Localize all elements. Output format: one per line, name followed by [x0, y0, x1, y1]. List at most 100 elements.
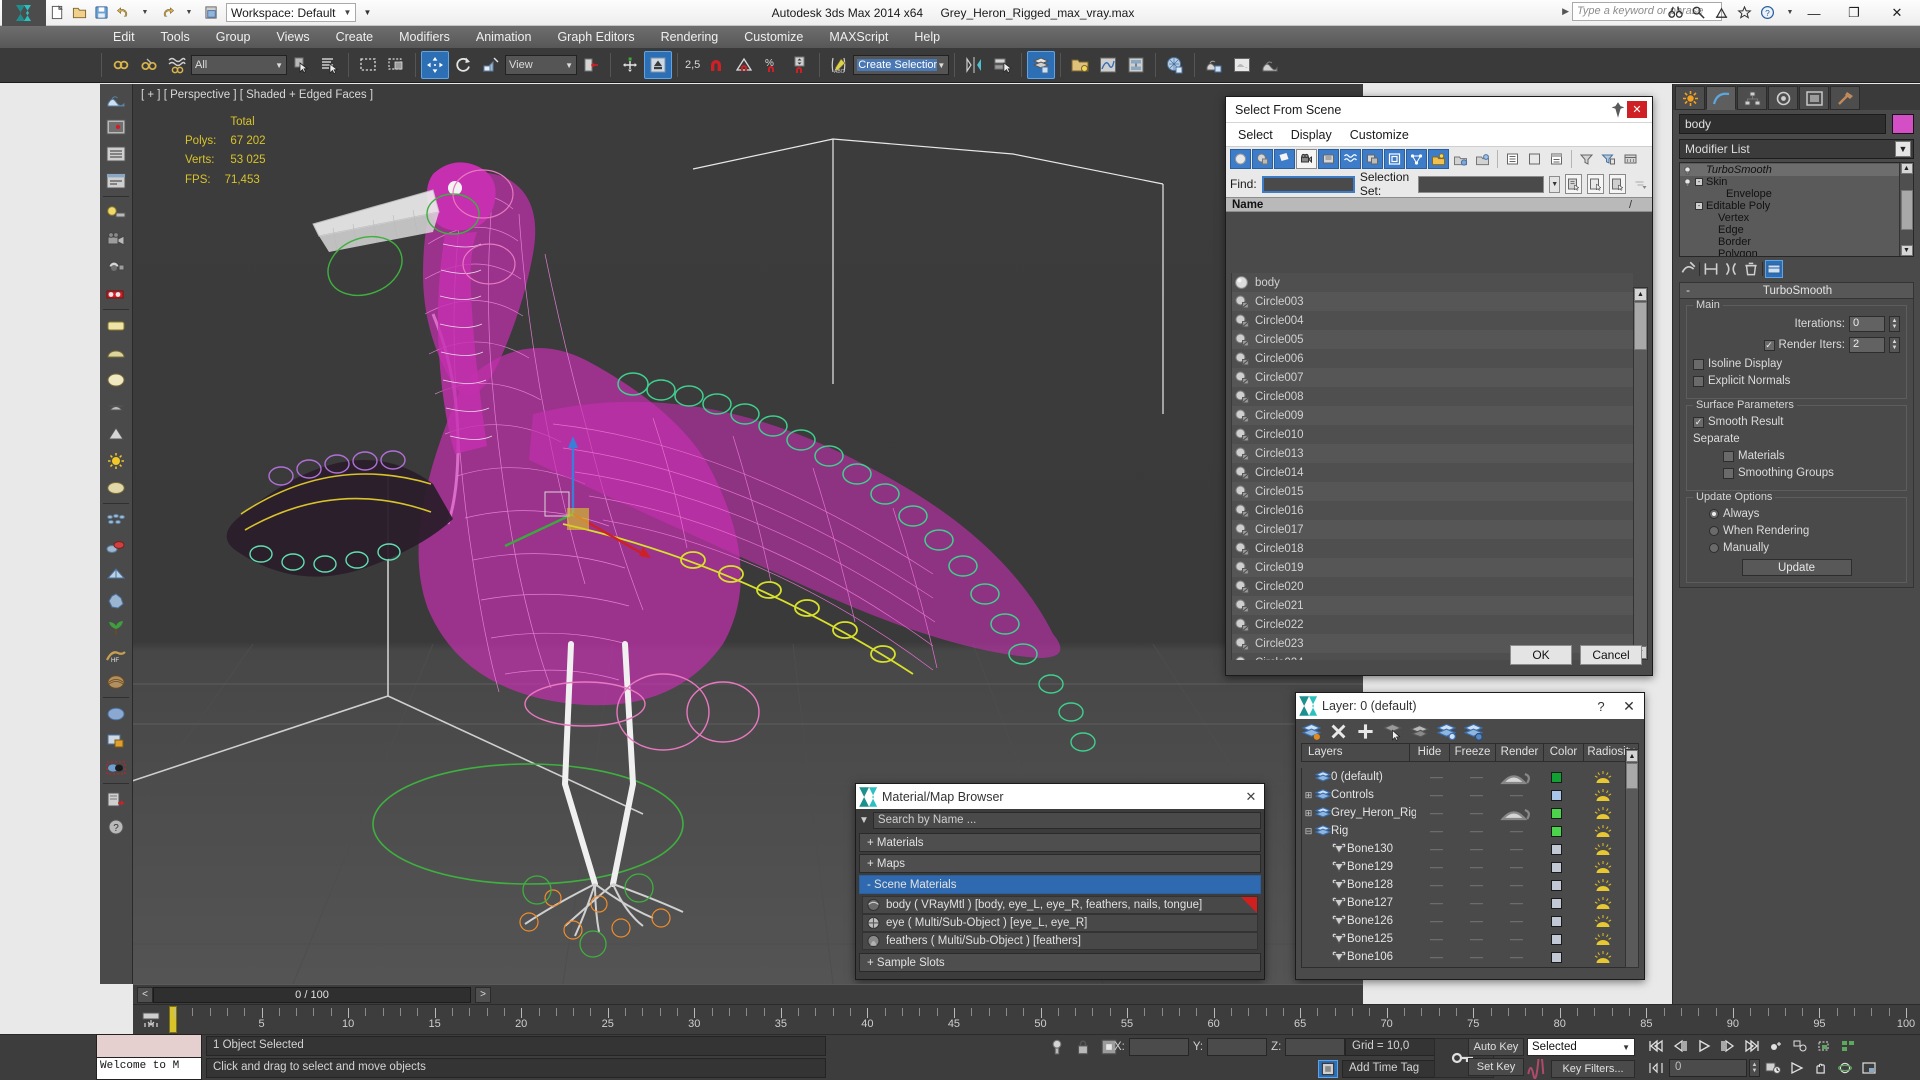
scroll-up-icon[interactable]: ▲ [1900, 163, 1913, 174]
zoom-region-icon[interactable] [1837, 1036, 1859, 1056]
create-selection-set-icon[interactable] [1565, 174, 1582, 194]
color-cell[interactable] [1536, 771, 1576, 783]
select-and-scale-icon[interactable] [477, 51, 505, 79]
scene-object-row[interactable]: Circle021 [1232, 596, 1633, 615]
maximize-button[interactable]: ❐ [1834, 0, 1874, 26]
display-bones-icon[interactable] [1406, 149, 1427, 169]
search-expand-icon[interactable]: ▶ [1562, 6, 1569, 17]
layer-row[interactable]: Bone125 ––– ––– ––– [1302, 930, 1630, 948]
hide-cell[interactable]: ––– [1416, 934, 1456, 944]
column-header-name[interactable]: Name [1226, 199, 1629, 211]
object-name-input[interactable]: body [1679, 114, 1886, 134]
scroll-thumb[interactable] [1634, 302, 1647, 350]
rendered-frame-window-icon[interactable] [1228, 51, 1256, 79]
snaps-toggle-icon[interactable] [702, 51, 730, 79]
hide-cell[interactable]: ––– [1416, 898, 1456, 908]
freeze-cell[interactable]: ––– [1456, 844, 1496, 854]
modifier-stack-list[interactable]: TurboSmooth - Skin Envelope - Editable Poly Ve… [1680, 163, 1899, 256]
schematic-view-icon[interactable] [1122, 51, 1150, 79]
zoom-extents-all-icon[interactable] [1813, 1036, 1835, 1056]
freeze-cell[interactable]: ––– [1456, 772, 1496, 782]
layer-expand-toggle[interactable]: ⊞ [1302, 808, 1315, 819]
key-mode-add-icon[interactable] [1765, 1036, 1787, 1056]
dome-primitive-icon[interactable] [102, 339, 131, 366]
select-object-icon[interactable] [287, 51, 315, 79]
new-file-icon[interactable] [46, 2, 68, 24]
update-manually-radio[interactable] [1709, 543, 1719, 553]
light-icon[interactable] [102, 199, 131, 226]
create-new-layer-icon[interactable] [1302, 722, 1321, 741]
section-scene-materials[interactable]: - Scene Materials [859, 875, 1261, 894]
menu-item-tools[interactable]: Tools [148, 26, 203, 48]
bind-to-space-warp-icon[interactable] [163, 51, 191, 79]
display-space-warps-icon[interactable] [1340, 149, 1361, 169]
panel-grid-icon[interactable] [102, 167, 131, 194]
space-warp-icon[interactable] [102, 587, 131, 614]
sfs-object-list[interactable]: body Circle003 Circle004 Circle005 Circle006… [1231, 273, 1633, 660]
iterations-field[interactable]: 0 [1849, 316, 1885, 332]
set-current-layer-icon[interactable] [1437, 722, 1456, 741]
orbit-icon[interactable] [1834, 1058, 1856, 1078]
ellipsoid-icon[interactable] [102, 474, 131, 501]
scene-object-row[interactable]: Circle003 [1232, 292, 1633, 311]
display-xrefs-icon[interactable] [1384, 149, 1405, 169]
menu-item-rendering[interactable]: Rendering [648, 26, 732, 48]
set-menu-icon[interactable] [1631, 174, 1648, 194]
column-color[interactable]: Color [1544, 744, 1584, 761]
display-helpers-icon[interactable] [1318, 149, 1339, 169]
modifier-stack-row[interactable]: Polygon [1680, 248, 1899, 256]
y-field[interactable] [1207, 1038, 1268, 1056]
flat-view-icon[interactable] [1524, 149, 1545, 169]
render-cell[interactable]: ––– [1496, 952, 1536, 962]
scene-material-row[interactable]: feathers ( Multi/Sub-Object ) [feathers] [862, 932, 1258, 950]
render-setup-icon[interactable] [1200, 51, 1228, 79]
stack-expand-toggle[interactable]: - [1695, 202, 1703, 210]
render-iters-checkbox[interactable]: ✓ [1763, 339, 1775, 351]
layer-row[interactable]: Bone130 ––– ––– ––– [1302, 840, 1630, 858]
layer-manager-icon[interactable] [1027, 51, 1056, 79]
rollout-collapse-icon[interactable]: - [1680, 285, 1696, 297]
tab-create[interactable] [1675, 86, 1705, 110]
display-geometry-icon[interactable] [1230, 149, 1251, 169]
remove-set-icon[interactable] [1609, 174, 1626, 194]
freeze-cell[interactable]: ––– [1456, 916, 1496, 926]
update-when-rendering-radio[interactable] [1709, 526, 1719, 536]
redo-icon[interactable] [156, 2, 178, 24]
select-and-move-icon[interactable] [421, 51, 449, 79]
compound-object-icon[interactable] [102, 533, 131, 560]
maxscript-listener-pink[interactable] [96, 1034, 202, 1058]
layer-row[interactable]: Bone128 ––– ––– ––– [1302, 876, 1630, 894]
color-cell[interactable] [1536, 933, 1576, 945]
hide-cell[interactable]: ––– [1416, 790, 1456, 800]
display-shapes-icon[interactable] [1252, 149, 1273, 169]
maxscript-listener[interactable]: Welcome to M [96, 1034, 202, 1080]
scene-object-row[interactable]: Circle005 [1232, 330, 1633, 349]
scene-object-row[interactable]: Circle018 [1232, 539, 1633, 558]
scene-object-row[interactable]: Circle022 [1232, 615, 1633, 634]
unlink-selection-icon[interactable] [135, 51, 163, 79]
layer-row[interactable]: Bone129 ––– ––– ––– [1302, 858, 1630, 876]
radiosity-cell[interactable] [1576, 842, 1630, 856]
window-crossing-toggle-icon[interactable] [382, 51, 410, 79]
separate-materials-checkbox[interactable] [1723, 450, 1734, 462]
adaptive-degradation-icon[interactable] [1318, 1060, 1338, 1078]
go-to-end-icon[interactable] [1741, 1036, 1763, 1056]
layer-row[interactable]: Bone105––––––––– [1302, 966, 1630, 967]
render-cell[interactable]: ––– [1496, 880, 1536, 890]
filter-funnel-icon[interactable] [1576, 149, 1597, 169]
render-cell[interactable]: ––– [1496, 916, 1536, 926]
pin-stack-icon[interactable] [1679, 260, 1697, 278]
curve-editor-icon[interactable] [1094, 51, 1122, 79]
color-cell[interactable] [1536, 825, 1576, 837]
tab-utilities[interactable] [1830, 86, 1860, 110]
key-nav-icon[interactable] [1645, 1058, 1667, 1078]
menu-item-create[interactable]: Create [323, 26, 387, 48]
section-sample-slots[interactable]: + Sample Slots [859, 953, 1261, 972]
modifier-stack-row[interactable]: Envelope [1680, 188, 1899, 200]
spinner-snap-toggle-icon[interactable] [786, 51, 814, 79]
render-cell[interactable]: ––– [1496, 898, 1536, 908]
column-freeze[interactable]: Freeze [1450, 744, 1496, 761]
radiosity-cell[interactable] [1576, 878, 1630, 892]
radiosity-cell[interactable] [1576, 824, 1630, 838]
menu-item-graph-editors[interactable]: Graph Editors [544, 26, 647, 48]
